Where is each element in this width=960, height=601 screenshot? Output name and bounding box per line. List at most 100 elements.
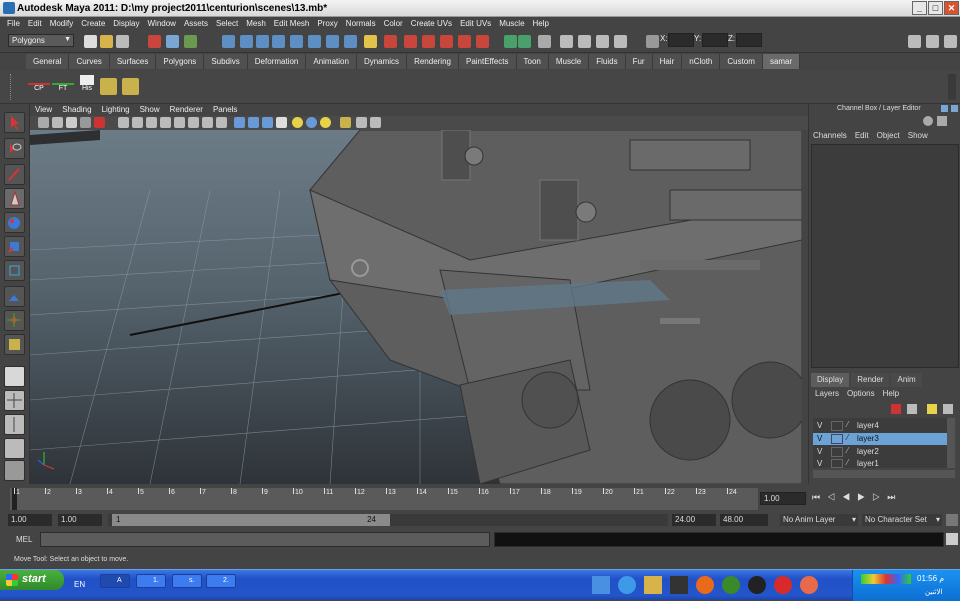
layout-single-icon[interactable] bbox=[4, 366, 25, 387]
viewport-persp[interactable] bbox=[30, 130, 802, 484]
z-field[interactable] bbox=[736, 33, 762, 47]
shelf-scroll[interactable] bbox=[948, 74, 956, 100]
layer-template-box[interactable] bbox=[831, 459, 843, 468]
layer-visibility[interactable]: V bbox=[817, 447, 822, 456]
playback-controls[interactable]: ⏮◁◀▶▷⏭ bbox=[812, 492, 902, 503]
shelf-tab-surfaces[interactable]: Surfaces bbox=[109, 54, 157, 69]
lasso-tool-icon[interactable] bbox=[4, 138, 25, 159]
menu-select[interactable]: Select bbox=[213, 17, 243, 31]
shadows-icon[interactable] bbox=[306, 117, 317, 128]
layer-menu-layers[interactable]: Layers bbox=[815, 389, 839, 398]
input-ops-icon[interactable] bbox=[504, 35, 517, 48]
app-icon[interactable] bbox=[670, 576, 688, 594]
clock[interactable]: 01:56 م bbox=[917, 574, 944, 583]
menu-display[interactable]: Display bbox=[110, 17, 144, 31]
layer-template-box[interactable] bbox=[831, 447, 843, 457]
menu-modify[interactable]: Modify bbox=[47, 17, 79, 31]
playback-start-field[interactable]: 1.00 bbox=[58, 514, 102, 526]
layer-row[interactable]: V ⁄ layer1 bbox=[813, 459, 947, 468]
panel-close-icon[interactable] bbox=[951, 105, 958, 112]
taskbar-item-2[interactable]: s. bbox=[172, 574, 202, 588]
channel-box-icon[interactable] bbox=[944, 35, 957, 48]
layer-scrollbar[interactable] bbox=[947, 418, 955, 468]
panel-menu-view[interactable]: View bbox=[30, 105, 57, 114]
panel-menu-renderer[interactable]: Renderer bbox=[165, 105, 208, 114]
scale-tool-icon[interactable] bbox=[4, 236, 25, 257]
select-tool-icon[interactable] bbox=[4, 112, 25, 133]
shelf-button-cp[interactable]: CP bbox=[28, 75, 50, 99]
shelf-tab-fur[interactable]: Fur bbox=[625, 54, 653, 69]
playback-end-field[interactable]: 24.00 bbox=[672, 514, 716, 526]
layout-outliner-icon[interactable] bbox=[4, 438, 25, 459]
open-scene-icon[interactable] bbox=[100, 35, 113, 48]
shelf-texture-icon[interactable] bbox=[122, 78, 139, 95]
channel-key-icon[interactable] bbox=[923, 116, 933, 126]
layer-settings-icon[interactable] bbox=[907, 404, 917, 414]
ipr-render-icon[interactable] bbox=[596, 35, 609, 48]
isolate-icon[interactable] bbox=[340, 117, 351, 128]
shelf-tab-dynamics[interactable]: Dynamics bbox=[356, 54, 408, 69]
shelf-button-his[interactable]: His bbox=[76, 75, 98, 99]
pick-edge-icon[interactable] bbox=[256, 35, 269, 48]
channel-lock-icon[interactable] bbox=[937, 116, 947, 126]
layer-hscrollbar[interactable] bbox=[813, 470, 955, 478]
anim-end-field[interactable]: 48.00 bbox=[720, 514, 768, 526]
attribute-editor-icon[interactable] bbox=[926, 35, 939, 48]
current-time-field[interactable]: 1.00 bbox=[760, 492, 806, 505]
select-component-icon[interactable] bbox=[184, 35, 197, 48]
maximize-button[interactable]: □ bbox=[928, 1, 943, 15]
anim-layer-dropdown[interactable]: No Anim Layer ▾ bbox=[780, 514, 858, 526]
tab-anim[interactable]: Anim bbox=[891, 373, 922, 387]
pick-mask-icon[interactable] bbox=[222, 35, 235, 48]
lock-selection-icon[interactable] bbox=[364, 35, 377, 48]
channel-menu-show[interactable]: Show bbox=[908, 131, 928, 140]
taskbar-item-3[interactable]: 2. bbox=[206, 574, 236, 588]
paint-select-icon[interactable] bbox=[4, 164, 25, 185]
tab-render[interactable]: Render bbox=[851, 373, 890, 387]
menu-edit-mesh[interactable]: Edit Mesh bbox=[271, 17, 315, 31]
render-view-icon[interactable] bbox=[560, 35, 573, 48]
firefox-icon[interactable] bbox=[696, 576, 714, 594]
channel-list[interactable] bbox=[811, 144, 959, 368]
language-indicator[interactable]: EN bbox=[74, 580, 85, 589]
render-frame-icon[interactable] bbox=[578, 35, 591, 48]
shelf-uv-icon[interactable] bbox=[100, 78, 117, 95]
sidebar-toggle-icon[interactable] bbox=[908, 35, 921, 48]
soft-mod-icon[interactable] bbox=[4, 286, 25, 307]
rotate-tool-icon[interactable] bbox=[4, 212, 25, 233]
layer-row[interactable]: V ⁄ layer2 bbox=[813, 446, 947, 458]
select-hierarchy-icon[interactable] bbox=[148, 35, 161, 48]
transform-field-icon[interactable] bbox=[646, 35, 659, 48]
snap-grid-icon[interactable] bbox=[404, 35, 417, 48]
shelf-tab-subdivs[interactable]: Subdivs bbox=[204, 54, 248, 69]
shelf-tab-polygons[interactable]: Polygons bbox=[156, 54, 205, 69]
select-object-icon[interactable] bbox=[166, 35, 179, 48]
film-gate-icon[interactable] bbox=[118, 117, 129, 128]
menu-create[interactable]: Create bbox=[78, 17, 110, 31]
layer-row-selected[interactable]: V ⁄ layer3 bbox=[813, 433, 947, 445]
move-tool-icon[interactable] bbox=[4, 188, 25, 209]
pick-vertex-icon[interactable] bbox=[240, 35, 253, 48]
ie-icon[interactable] bbox=[618, 576, 636, 594]
shelf-button-ft[interactable]: FT bbox=[52, 75, 74, 99]
menu-file[interactable]: File bbox=[4, 17, 25, 31]
opera-icon[interactable] bbox=[774, 576, 792, 594]
camera-attr-icon[interactable] bbox=[52, 117, 63, 128]
show-manip-icon[interactable] bbox=[4, 310, 25, 331]
menu-mesh[interactable]: Mesh bbox=[243, 17, 271, 31]
taskbar-item-1[interactable]: 1. bbox=[136, 574, 166, 588]
panel-menu-panels[interactable]: Panels bbox=[208, 105, 242, 114]
channel-menu-edit[interactable]: Edit bbox=[855, 131, 869, 140]
safe-action-icon[interactable] bbox=[174, 117, 185, 128]
minimize-button[interactable]: _ bbox=[912, 1, 927, 15]
layer-color-icon[interactable]: ⁄ bbox=[847, 433, 848, 442]
gate-mask-icon[interactable] bbox=[146, 117, 157, 128]
universal-manip-icon[interactable] bbox=[4, 260, 25, 281]
shelf-tab-samar[interactable]: samar bbox=[762, 54, 801, 69]
menu-window[interactable]: Window bbox=[145, 17, 181, 31]
last-tool-icon[interactable] bbox=[4, 334, 25, 355]
media-icon[interactable] bbox=[748, 576, 766, 594]
menu-assets[interactable]: Assets bbox=[181, 17, 213, 31]
light-icon[interactable] bbox=[320, 117, 331, 128]
safe-title-icon[interactable] bbox=[188, 117, 199, 128]
